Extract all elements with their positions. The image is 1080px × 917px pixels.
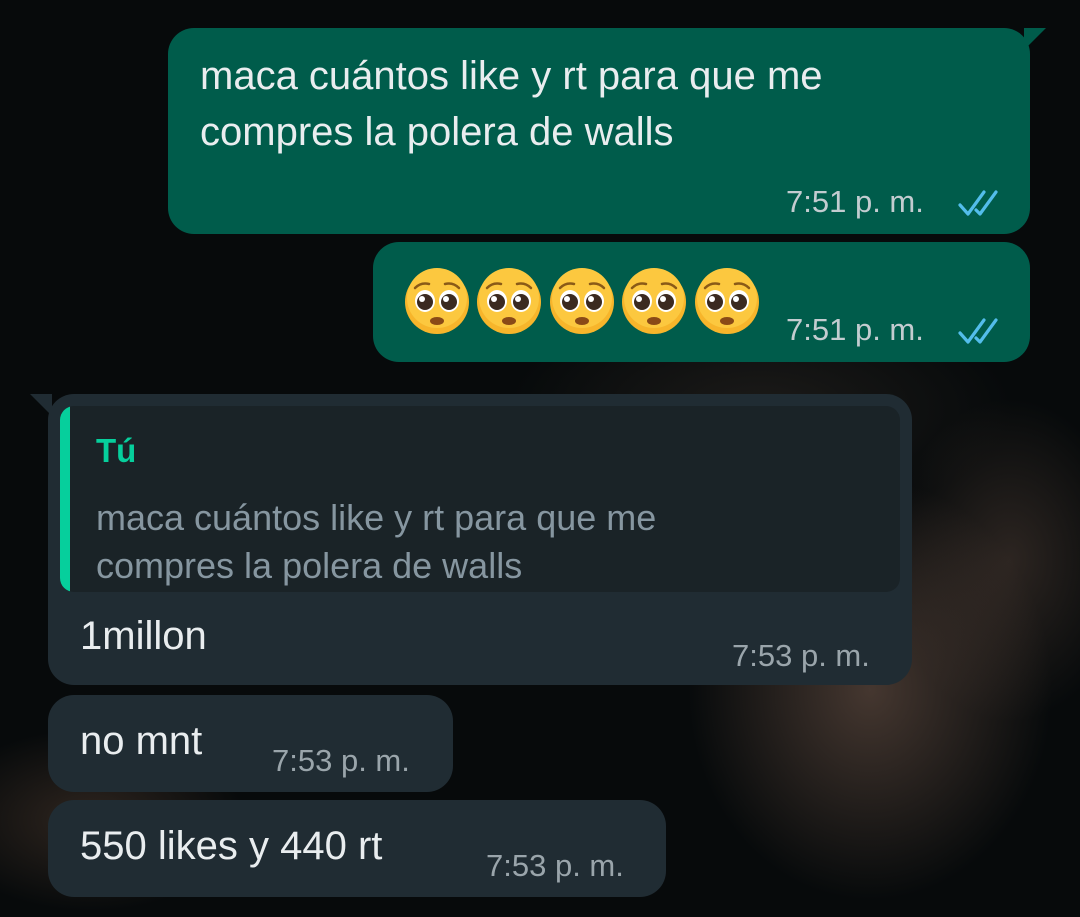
message-text: 550 likes y 440 rt: [80, 824, 383, 868]
message-bubble-incoming[interactable]: 550 likes y 440 rt 7:53 p. m.: [48, 800, 666, 897]
message-bubble-outgoing[interactable]: 7:51 p. m.: [373, 242, 1030, 362]
bubble-tail: [1024, 28, 1046, 50]
quote-author: Tú: [96, 432, 137, 469]
pleading-face-emoji-icon: [477, 268, 541, 334]
bubble-tail: [30, 394, 52, 416]
message-bubble-incoming[interactable]: Tú maca cuántos like y rt para que me co…: [30, 394, 912, 685]
quote-text: maca cuántos like y rt para que me compr…: [96, 497, 657, 586]
pleading-face-emoji-icon: [405, 268, 469, 334]
pleading-face-emoji-icon: [622, 268, 686, 334]
message-bubble-outgoing[interactable]: maca cuántos like y rt para que me compr…: [168, 28, 1046, 234]
message-text: maca cuántos like y rt para que me compr…: [200, 54, 823, 154]
double-check-icon: [958, 190, 998, 216]
message-bubble-incoming[interactable]: no mnt 7:53 p. m.: [48, 695, 453, 792]
message-timestamp: 7:51 p. m.: [786, 184, 924, 219]
message-text: no mnt: [80, 719, 203, 763]
pleading-face-emoji-icon: [695, 268, 759, 334]
message-text: 1millon: [80, 614, 207, 658]
pleading-face-emoji-icon: [550, 268, 614, 334]
message-timestamp: 7:53 p. m.: [732, 638, 870, 673]
double-check-icon: [958, 318, 998, 344]
message-timestamp: 7:53 p. m.: [486, 848, 624, 883]
quote-accent-bar: [60, 406, 70, 592]
message-timestamp: 7:53 p. m.: [272, 743, 410, 778]
message-timestamp: 7:51 p. m.: [786, 312, 924, 347]
quoted-message[interactable]: Tú maca cuántos like y rt para que me co…: [60, 406, 900, 592]
